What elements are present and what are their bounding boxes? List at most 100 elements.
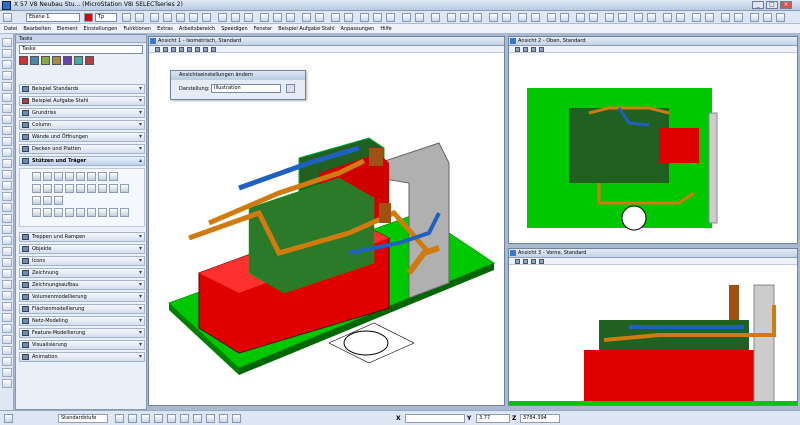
tool-icon-f[interactable] [518, 13, 527, 22]
shape-tool-icon[interactable] [2, 71, 12, 80]
accudraw-icon[interactable] [415, 13, 424, 22]
menu-item[interactable]: Beispiel Aufgabe Stahl [278, 26, 334, 32]
task-category[interactable]: Column ▾ [19, 120, 145, 130]
tool-icon-c[interactable] [473, 13, 482, 22]
snap-mode-combo[interactable]: Standardstufe [58, 414, 108, 423]
group-tool-icon[interactable] [2, 192, 12, 201]
status-tool-icon[interactable] [128, 414, 137, 423]
cell-icon[interactable] [302, 13, 311, 22]
tool-icon-j[interactable] [576, 13, 585, 22]
tool-icon-e[interactable] [502, 13, 511, 22]
tool-icon[interactable] [65, 172, 74, 181]
view-tool-icon[interactable] [515, 259, 520, 264]
rotate-view-icon[interactable] [2, 247, 12, 256]
x-coordinate-field[interactable] [405, 414, 465, 423]
text-icon[interactable] [273, 13, 282, 22]
ref-tool-icon[interactable] [2, 346, 12, 355]
tool-icon-v[interactable] [750, 13, 759, 22]
tool-icon[interactable] [98, 184, 107, 193]
task-icon-4[interactable] [52, 56, 61, 65]
tool-icon-t[interactable] [721, 13, 730, 22]
tool-icon[interactable] [43, 184, 52, 193]
fence-icon[interactable] [150, 13, 159, 22]
help-icon[interactable] [431, 13, 440, 22]
tool-icon[interactable] [65, 184, 74, 193]
view-tool-icon[interactable] [531, 259, 536, 264]
view-3-window[interactable]: Ansicht 3 - Vorne, Standard [508, 248, 798, 406]
view-tool-icon[interactable] [155, 47, 160, 52]
view-tool-icon[interactable] [195, 47, 200, 52]
view-tool-icon[interactable] [523, 47, 528, 52]
task-category[interactable]: Treppen und Rampen ▾ [19, 232, 145, 242]
menu-item[interactable]: Funktionen [123, 26, 151, 32]
tool-icon-u[interactable] [734, 13, 743, 22]
solid-tool-icon[interactable] [2, 269, 12, 278]
pattern-icon[interactable] [315, 13, 324, 22]
tool-icon-l[interactable] [605, 13, 614, 22]
dimension-icon[interactable] [286, 13, 295, 22]
tool-icon-b[interactable] [460, 13, 469, 22]
z-coordinate-field[interactable]: 3784.394 [520, 414, 560, 423]
status-tool-icon[interactable] [232, 414, 241, 423]
light-tool-icon[interactable] [2, 324, 12, 333]
style-combo[interactable]: Tp [95, 13, 117, 22]
task-category[interactable]: Animation ▾ [19, 352, 145, 362]
status-icon[interactable] [4, 414, 13, 423]
status-tool-icon[interactable] [180, 414, 189, 423]
tool-icon[interactable] [87, 172, 96, 181]
zoom-tool-icon[interactable] [2, 236, 12, 245]
tool-icon-s[interactable] [705, 13, 714, 22]
arc-icon[interactable] [231, 13, 240, 22]
view-tool-icon[interactable] [515, 47, 520, 52]
close-button[interactable]: × [780, 1, 792, 9]
task-icon-1[interactable] [19, 56, 28, 65]
menu-item[interactable]: Fenster [254, 26, 273, 32]
text-tool-icon[interactable] [2, 104, 12, 113]
view-tool-icon[interactable] [179, 47, 184, 52]
anim-tool-icon[interactable] [2, 313, 12, 322]
tool-icon[interactable] [120, 208, 129, 217]
tool-icon-r[interactable] [692, 13, 701, 22]
menu-item[interactable]: Datei [4, 26, 17, 32]
delete-tool-icon[interactable] [2, 214, 12, 223]
surface-tool-icon[interactable] [2, 280, 12, 289]
line-icon[interactable] [218, 13, 227, 22]
tool-icon-n[interactable] [634, 13, 643, 22]
task-category-open[interactable]: Stützen und Träger ▴ [19, 156, 145, 166]
trim-tool-icon[interactable] [2, 181, 12, 190]
minimize-button[interactable]: _ [752, 1, 764, 9]
status-tool-icon[interactable] [193, 414, 202, 423]
tool-icon-w[interactable] [763, 13, 772, 22]
display-style-select[interactable]: Illustration [211, 84, 281, 93]
render-icon[interactable] [331, 13, 340, 22]
light-icon[interactable] [344, 13, 353, 22]
pan-icon[interactable] [386, 13, 395, 22]
task-category[interactable]: Decken und Platten ▾ [19, 144, 145, 154]
circle-tool-icon[interactable] [2, 82, 12, 91]
tool-icon-g[interactable] [531, 13, 540, 22]
y-coordinate-field[interactable]: 3.77 [476, 414, 510, 423]
task-category[interactable]: Objekte ▾ [19, 244, 145, 254]
snap-icon[interactable] [402, 13, 411, 22]
scale-icon[interactable] [202, 13, 211, 22]
tool-icon[interactable] [43, 196, 52, 205]
task-category[interactable]: Beispiel Standards ▾ [19, 84, 145, 94]
tool-icon-i[interactable] [560, 13, 569, 22]
tool-icon[interactable] [54, 184, 63, 193]
move-tool-icon[interactable] [2, 159, 12, 168]
tool-icon[interactable] [43, 172, 52, 181]
tool-icon-x[interactable] [776, 13, 785, 22]
task-category[interactable]: Icons ▾ [19, 256, 145, 266]
menu-item[interactable]: Speedlgen [221, 26, 247, 32]
task-category[interactable]: Visualisierung ▾ [19, 340, 145, 350]
status-tool-icon[interactable] [115, 414, 124, 423]
task-category[interactable]: Zeichnung ▾ [19, 268, 145, 278]
tool-icon[interactable] [76, 208, 85, 217]
status-tool-icon[interactable] [206, 414, 215, 423]
status-tool-icon[interactable] [219, 414, 228, 423]
tool-icon[interactable] [54, 172, 63, 181]
line-tool-icon[interactable] [2, 60, 12, 69]
tool-icon[interactable] [54, 196, 63, 205]
view-tool-icon[interactable] [539, 259, 544, 264]
task-category[interactable]: Beispiel Aufgabe Stahl ▾ [19, 96, 145, 106]
